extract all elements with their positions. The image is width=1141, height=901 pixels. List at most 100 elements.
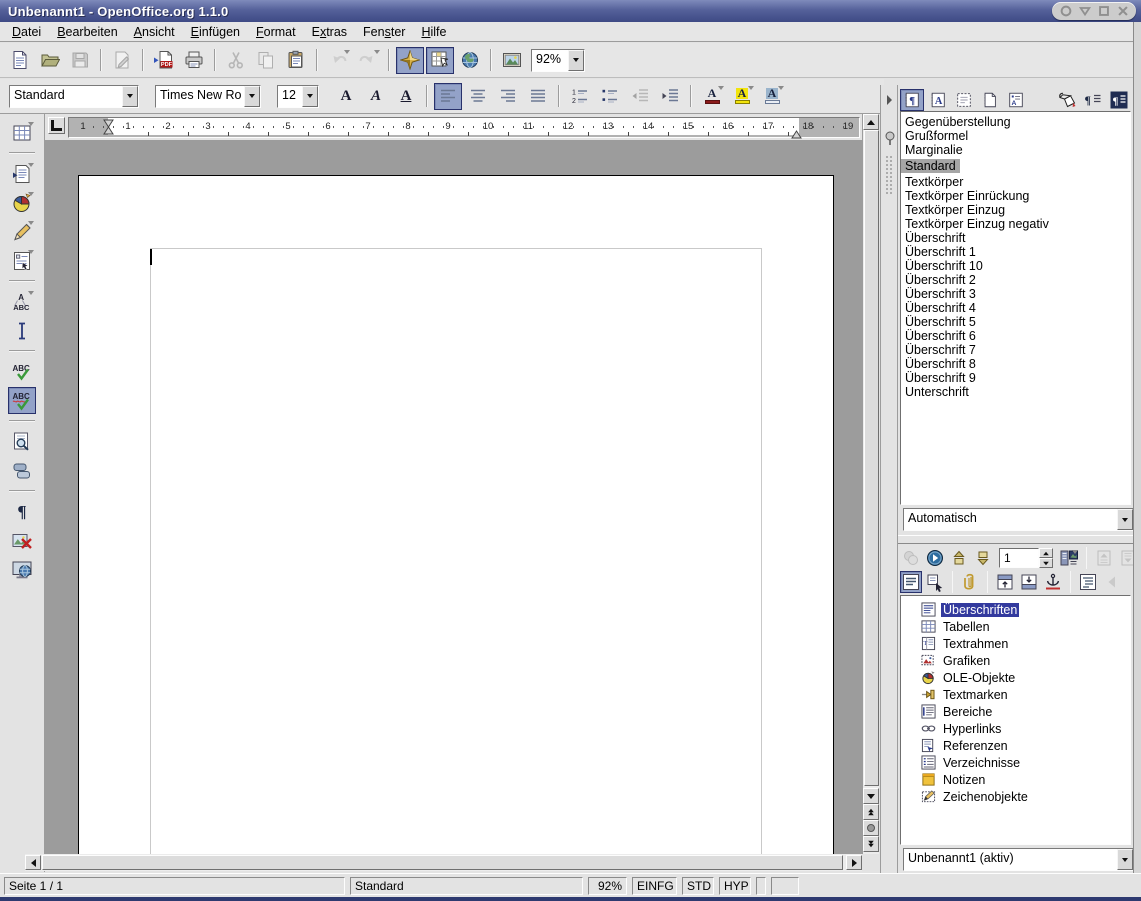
style-item[interactable]: Textkörper bbox=[901, 175, 1130, 189]
bullet-list-button[interactable] bbox=[596, 83, 624, 110]
menu-extras[interactable]: Extras bbox=[304, 23, 355, 41]
graphics-on-off-button[interactable] bbox=[8, 527, 36, 554]
navigator-category-textmarken[interactable]: Textmarken bbox=[901, 686, 1130, 703]
autotext-button[interactable]: AABC bbox=[8, 288, 36, 315]
stylist-style-list[interactable]: GegenüberstellungGrußformelMarginalie Sta… bbox=[900, 111, 1131, 505]
font-color-button[interactable]: A bbox=[698, 83, 726, 110]
splitter-pin-icon[interactable] bbox=[883, 130, 897, 151]
update-style-button[interactable]: ¶ bbox=[1107, 89, 1131, 111]
shade-button[interactable] bbox=[1077, 4, 1092, 19]
menu-hilfe[interactable]: Hilfe bbox=[413, 23, 454, 41]
previous-page-button[interactable] bbox=[863, 804, 879, 820]
stylist-filter-dropdown-button[interactable] bbox=[1117, 509, 1133, 530]
navigator-category-verzeichnisse[interactable]: Verzeichnisse bbox=[901, 754, 1130, 771]
maximize-button[interactable] bbox=[1096, 4, 1111, 19]
menu-format[interactable]: Format bbox=[248, 23, 304, 41]
navigator-category-notizen[interactable]: Notizen bbox=[901, 771, 1130, 788]
highlighting-button[interactable]: A bbox=[728, 83, 756, 110]
navigator-category-tabellen[interactable]: Tabellen bbox=[901, 618, 1130, 635]
style-item[interactable]: Überschrift 4 bbox=[901, 301, 1130, 315]
numbering-styles-button[interactable]: A bbox=[1004, 89, 1028, 111]
scroll-left-button[interactable] bbox=[25, 855, 41, 870]
underline-button[interactable]: A bbox=[392, 83, 420, 110]
navigator-content-tree[interactable]: ÜberschriftenTabellenTTextrahmenGrafiken… bbox=[900, 595, 1131, 845]
font-name-combobox[interactable]: Times New Ro bbox=[155, 85, 261, 108]
vertical-scrollbar-thumb[interactable] bbox=[864, 130, 879, 786]
find-replace-button[interactable] bbox=[8, 428, 36, 455]
left-indent-marker[interactable] bbox=[103, 119, 114, 140]
horizontal-ruler[interactable]: 112345678910111213141516171819 bbox=[45, 114, 862, 140]
page-styles-button[interactable] bbox=[978, 89, 1002, 111]
auto-spellcheck-button[interactable]: ABC bbox=[8, 387, 36, 414]
redo-button[interactable] bbox=[354, 47, 382, 74]
navigation-dot-button[interactable] bbox=[863, 820, 879, 836]
zoom-combobox-dropdown-button[interactable] bbox=[568, 50, 584, 71]
draw-functions-button[interactable] bbox=[8, 218, 36, 245]
navigator-category-zeichenobjekte[interactable]: Zeichenobjekte bbox=[901, 788, 1130, 805]
frame-styles-button[interactable] bbox=[952, 89, 976, 111]
header-on-off-button[interactable] bbox=[994, 571, 1016, 593]
navigation-button[interactable] bbox=[924, 547, 946, 569]
scroll-right-button[interactable] bbox=[846, 855, 862, 870]
minimize-button[interactable] bbox=[1058, 4, 1073, 19]
save-document-button[interactable] bbox=[66, 47, 94, 74]
paste-button[interactable] bbox=[282, 47, 310, 74]
insert-button[interactable] bbox=[8, 119, 36, 146]
insert-fields-button[interactable] bbox=[8, 160, 36, 187]
outline-level-button[interactable] bbox=[1077, 571, 1099, 593]
hyperlink-mode-status[interactable]: HYP bbox=[719, 877, 751, 895]
extra-status[interactable] bbox=[771, 877, 799, 895]
print-file-button[interactable] bbox=[180, 47, 208, 74]
style-item[interactable]: Überschrift 3 bbox=[901, 287, 1130, 301]
align-left-button[interactable] bbox=[434, 83, 462, 110]
direct-cursor-button[interactable] bbox=[8, 317, 36, 344]
title-bar[interactable]: Unbenannt1 - OpenOffice.org 1.1.0 bbox=[0, 0, 1141, 23]
toggle-button[interactable] bbox=[900, 547, 922, 569]
style-item[interactable]: Überschrift bbox=[901, 231, 1130, 245]
spellcheck-button[interactable]: ABC bbox=[8, 358, 36, 385]
style-item[interactable]: Überschrift 8 bbox=[901, 357, 1130, 371]
new-style-from-selection-button[interactable]: ¶ bbox=[1081, 89, 1105, 111]
page-status[interactable]: Seite 1 / 1 bbox=[4, 877, 345, 895]
nonprinting-characters-button[interactable]: ¶ bbox=[8, 498, 36, 525]
export-pdf-button[interactable]: PDF bbox=[150, 47, 178, 74]
menu-einfgen[interactable]: Einfügen bbox=[183, 23, 248, 41]
document-page[interactable] bbox=[78, 175, 834, 854]
scroll-up-button[interactable] bbox=[863, 114, 879, 130]
menu-datei[interactable]: Datei bbox=[4, 23, 49, 41]
selection-mode-status[interactable]: STD bbox=[682, 877, 714, 895]
next-object-button[interactable] bbox=[972, 547, 994, 569]
navigator-category-textrahmen[interactable]: TTextrahmen bbox=[901, 635, 1130, 652]
horizontal-scrollbar-thumb[interactable] bbox=[42, 855, 843, 870]
copy-button[interactable] bbox=[252, 47, 280, 74]
chapter-up-button[interactable] bbox=[1093, 547, 1115, 569]
menu-ansicht[interactable]: Ansicht bbox=[126, 23, 183, 41]
style-item[interactable]: Standard bbox=[901, 159, 960, 173]
zoom-status[interactable]: 92% bbox=[588, 877, 627, 895]
navigator-document-dropdown-button[interactable] bbox=[1117, 849, 1133, 870]
page-number-spinner[interactable]: 1 bbox=[999, 548, 1053, 568]
zoom-combobox[interactable]: 92% bbox=[531, 49, 585, 72]
page-style-status[interactable]: Standard bbox=[350, 877, 583, 895]
list-box-on-off-button[interactable] bbox=[900, 571, 922, 593]
style-item[interactable]: Überschrift 10 bbox=[901, 259, 1130, 273]
style-item[interactable]: Grußformel bbox=[901, 129, 1130, 143]
gallery-button[interactable] bbox=[498, 47, 526, 74]
align-right-button[interactable] bbox=[494, 83, 522, 110]
form-functions-button[interactable] bbox=[8, 247, 36, 274]
navigator-category-referenzen[interactable]: Referenzen bbox=[901, 737, 1130, 754]
menu-bearbeiten[interactable]: Bearbeiten bbox=[49, 23, 125, 41]
style-item[interactable]: Gegenüberstellung bbox=[901, 115, 1130, 129]
paragraph-style-combobox-dropdown-button[interactable] bbox=[122, 86, 138, 107]
data-sources-button[interactable] bbox=[8, 457, 36, 484]
edit-file-button[interactable] bbox=[108, 47, 136, 74]
character-styles-button[interactable]: A bbox=[926, 89, 950, 111]
insert-mode-status[interactable]: EINFG bbox=[632, 877, 677, 895]
doc-modified-status[interactable] bbox=[756, 877, 766, 895]
style-item[interactable]: Textkörper Einzug bbox=[901, 203, 1130, 217]
style-item[interactable]: Textkörper Einzug negativ bbox=[901, 217, 1130, 231]
style-item[interactable]: Marginalie bbox=[901, 143, 1130, 157]
navigator-toggle-button[interactable] bbox=[396, 47, 424, 74]
increase-indent-button[interactable] bbox=[656, 83, 684, 110]
anchor-text-button[interactable] bbox=[1042, 571, 1064, 593]
